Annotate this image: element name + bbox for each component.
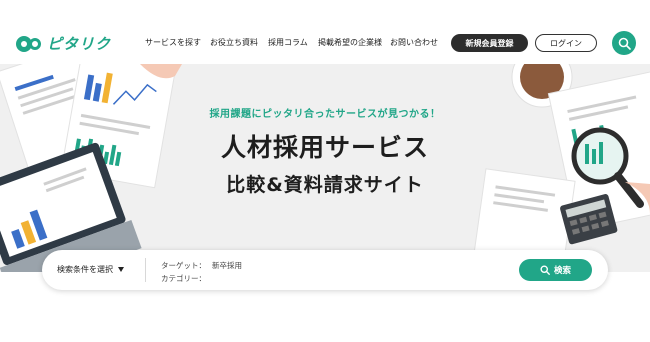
nav-item-contact[interactable]: お問い合わせ <box>390 37 438 48</box>
search-icon <box>540 265 550 275</box>
hero-title-line1: 人材採用サービス <box>220 133 429 162</box>
hero-title-line2: 比較&資料請求サイト <box>226 174 424 196</box>
site-logo[interactable]: ピタリク <box>16 33 111 54</box>
condition-key: カテゴリー： <box>161 274 206 283</box>
logo-mark-icon <box>16 35 43 52</box>
hero-subtitle: 採用課題にピッタリ合ったサービスが見つかる！ <box>209 109 441 120</box>
logo-text: ピタリク <box>47 35 112 53</box>
search-button-label: 検索 <box>553 266 571 276</box>
header-search-button[interactable] <box>612 31 636 55</box>
selected-conditions: ターゲット： 新卒採用 カテゴリー： <box>161 259 242 285</box>
hero-illustration <box>0 64 650 272</box>
search-panel: 検索条件を選択 ターゲット： 新卒採用 カテゴリー： 検索 <box>42 250 608 290</box>
condition-key: ターゲット： <box>161 261 206 270</box>
site-header: ピタリク サービスを探す お役立ち資料 採用コラム 掲載希望の企業様 お問い合わ… <box>0 0 650 64</box>
condition-row-category: カテゴリー： <box>161 272 242 285</box>
condition-select-label: 検索条件を選択 <box>57 265 113 274</box>
register-button[interactable]: 新規会員登録 <box>451 34 528 52</box>
chevron-down-icon <box>118 267 124 272</box>
condition-row-target: ターゲット： 新卒採用 <box>161 259 242 272</box>
hero-banner: 採用課題にピッタリ合ったサービスが見つかる！ 人材採用サービス 比較&資料請求サ… <box>0 64 650 272</box>
nav-item-resources[interactable]: お役立ち資料 <box>210 37 258 48</box>
search-button[interactable]: 検索 <box>519 259 592 281</box>
search-icon <box>618 37 631 50</box>
nav-item-column[interactable]: 採用コラム <box>268 37 308 48</box>
divider <box>145 258 146 282</box>
condition-select[interactable]: 検索条件を選択 <box>57 264 124 275</box>
nav-item-for-companies[interactable]: 掲載希望の企業様 <box>318 37 382 48</box>
nav-item-find-service[interactable]: サービスを探す <box>145 37 201 48</box>
condition-value: 新卒採用 <box>212 261 242 270</box>
login-button[interactable]: ログイン <box>535 34 597 52</box>
